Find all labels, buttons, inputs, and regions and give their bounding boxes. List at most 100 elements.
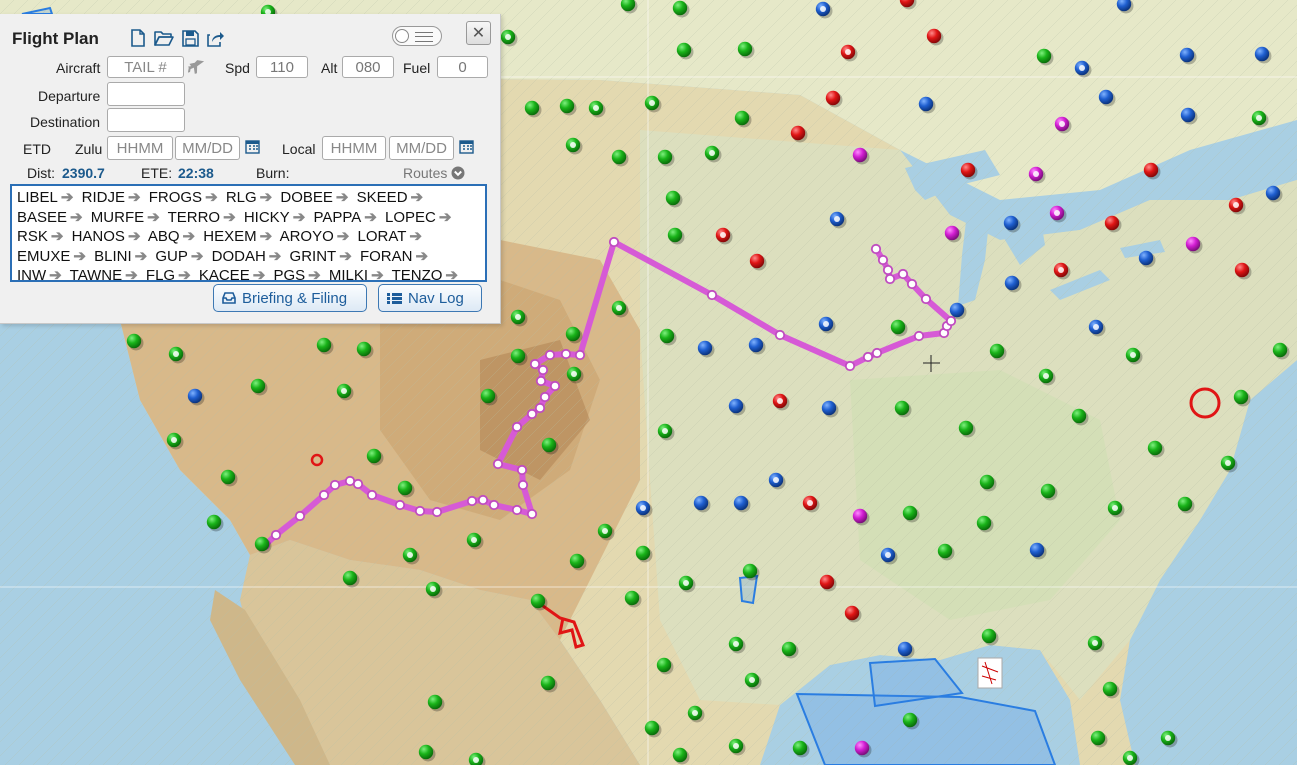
route-waypoint-marker[interactable] (535, 375, 547, 387)
destination-input[interactable] (107, 108, 185, 132)
route-waypoint[interactable]: INW (17, 267, 46, 280)
route-waypoint-marker[interactable] (906, 278, 918, 290)
route-waypoint[interactable]: RSK (17, 228, 48, 245)
route-waypoint-marker[interactable] (877, 254, 889, 266)
arrow-right-icon: ➔ (308, 267, 321, 282)
route-waypoint-marker[interactable] (431, 506, 443, 518)
route-waypoint-marker[interactable] (517, 479, 529, 491)
route-waypoint-marker[interactable] (394, 499, 406, 511)
arrow-right-icon: ➔ (190, 247, 204, 265)
route-waypoint[interactable]: GRINT (290, 248, 337, 265)
route-waypoint-marker[interactable] (537, 364, 549, 376)
route-waypoint-marker[interactable] (534, 402, 546, 414)
route-waypoint[interactable]: EMUXE (17, 248, 70, 265)
zulu-date-input[interactable] (175, 136, 240, 160)
route-waypoint-marker[interactable] (529, 358, 541, 370)
route-waypoint[interactable]: HANOS (72, 228, 125, 245)
route-textbox[interactable]: LIBEL ➔ RIDJE ➔ FROGS ➔ RLG ➔ DOBEE ➔ SKEED ➔ … (10, 184, 487, 282)
fuel-input[interactable] (437, 56, 488, 78)
route-waypoint-marker[interactable] (544, 349, 556, 361)
route-waypoint-marker[interactable] (329, 479, 341, 491)
route-waypoint[interactable]: DOBEE (280, 189, 333, 206)
local-calendar-icon[interactable] (459, 139, 474, 157)
route-waypoint-marker[interactable] (366, 489, 378, 501)
route-waypoint[interactable]: FROGS (149, 189, 202, 206)
route-waypoint[interactable]: TERRO (168, 209, 221, 226)
route-waypoint-marker[interactable] (511, 504, 523, 516)
route-waypoint[interactable]: AROYO (280, 228, 334, 245)
route-waypoint-marker[interactable] (870, 243, 882, 255)
route-waypoint-marker[interactable] (844, 360, 856, 372)
route-waypoint[interactable]: MURFE (91, 209, 144, 226)
route-waypoint[interactable]: HICKY (244, 209, 290, 226)
route-waypoint-marker[interactable] (897, 268, 909, 280)
route-waypoint-marker[interactable] (516, 464, 528, 476)
departure-input[interactable] (107, 82, 185, 106)
route-waypoint[interactable]: LOPEC (385, 209, 436, 226)
altitude-input[interactable] (342, 56, 394, 78)
route-waypoint[interactable]: KACEE (199, 267, 250, 280)
route-waypoint[interactable]: TAWNE (70, 267, 123, 280)
route-waypoint-marker[interactable] (294, 510, 306, 522)
route-waypoint[interactable]: RLG (226, 189, 257, 206)
route-waypoint-marker[interactable] (774, 329, 786, 341)
arrow-right-icon: ➔ (205, 189, 218, 206)
layer-toggle-switch[interactable] (392, 26, 442, 46)
zulu-time-input[interactable] (107, 136, 173, 160)
route-waypoint-marker[interactable] (608, 236, 620, 248)
route-waypoint[interactable]: BASEE (17, 209, 67, 226)
nav-log-button[interactable]: Nav Log (378, 284, 482, 312)
route-waypoint[interactable]: HEXEM (203, 228, 256, 245)
route-waypoint[interactable]: PAPPA (313, 209, 361, 226)
route-waypoint[interactable]: GUP (155, 248, 188, 265)
route-waypoint-marker[interactable] (871, 347, 883, 359)
route-waypoint[interactable]: TENZO (392, 267, 443, 280)
route-waypoint-marker[interactable] (882, 264, 894, 276)
route-waypoint[interactable]: BLINI (94, 248, 132, 265)
route-waypoint-marker[interactable] (511, 421, 523, 433)
zulu-calendar-icon[interactable] (245, 139, 260, 157)
route-waypoint-marker[interactable] (862, 351, 874, 363)
route-waypoint-marker[interactable] (549, 380, 561, 392)
local-date-input[interactable] (389, 136, 454, 160)
route-waypoint-marker[interactable] (560, 348, 572, 360)
route-waypoint-marker[interactable] (270, 529, 282, 541)
close-button[interactable]: ✕ (466, 21, 491, 45)
route-waypoint-marker[interactable] (492, 458, 504, 470)
route-waypoint-marker[interactable] (352, 478, 364, 490)
route-waypoint-marker[interactable] (466, 495, 478, 507)
aircraft-tail-input[interactable] (107, 56, 184, 78)
route-waypoint[interactable]: PGS (273, 267, 305, 280)
route-waypoint[interactable]: SKEED (357, 189, 408, 206)
route-waypoint-marker[interactable] (884, 273, 896, 285)
local-time-input[interactable] (322, 136, 386, 160)
route-waypoint[interactable]: LORAT (358, 228, 407, 245)
route-waypoint-marker[interactable] (318, 489, 330, 501)
route-waypoint-marker[interactable] (913, 330, 925, 342)
route-waypoint-marker[interactable] (920, 293, 932, 305)
route-waypoint-marker[interactable] (526, 408, 538, 420)
route-waypoint-marker[interactable] (706, 289, 718, 301)
save-icon[interactable] (180, 28, 200, 48)
route-waypoint-marker[interactable] (526, 508, 538, 520)
share-icon[interactable] (206, 28, 226, 48)
briefing-filing-button[interactable]: Briefing & Filing (213, 284, 367, 312)
route-waypoint-marker[interactable] (945, 315, 957, 327)
new-file-icon[interactable] (128, 28, 148, 48)
routes-dropdown[interactable]: Routes (403, 165, 465, 181)
route-waypoint-marker[interactable] (414, 505, 426, 517)
route-waypoint[interactable]: FORAN (360, 248, 413, 265)
route-waypoint[interactable]: LIBEL (17, 189, 58, 206)
route-waypoint-marker[interactable] (477, 494, 489, 506)
route-waypoint[interactable]: RIDJE (82, 189, 125, 206)
route-waypoint[interactable]: ABQ (148, 228, 180, 245)
open-folder-icon[interactable] (154, 28, 174, 48)
route-waypoint-marker[interactable] (574, 349, 586, 361)
route-waypoint[interactable]: MILKI (329, 267, 368, 280)
speed-input[interactable] (256, 56, 308, 78)
route-waypoint-marker[interactable] (488, 499, 500, 511)
route-waypoint[interactable]: DODAH (212, 248, 266, 265)
route-waypoint-marker[interactable] (539, 391, 551, 403)
sectional-chart-icon[interactable] (977, 657, 1003, 689)
route-waypoint[interactable]: FLG (146, 267, 175, 280)
